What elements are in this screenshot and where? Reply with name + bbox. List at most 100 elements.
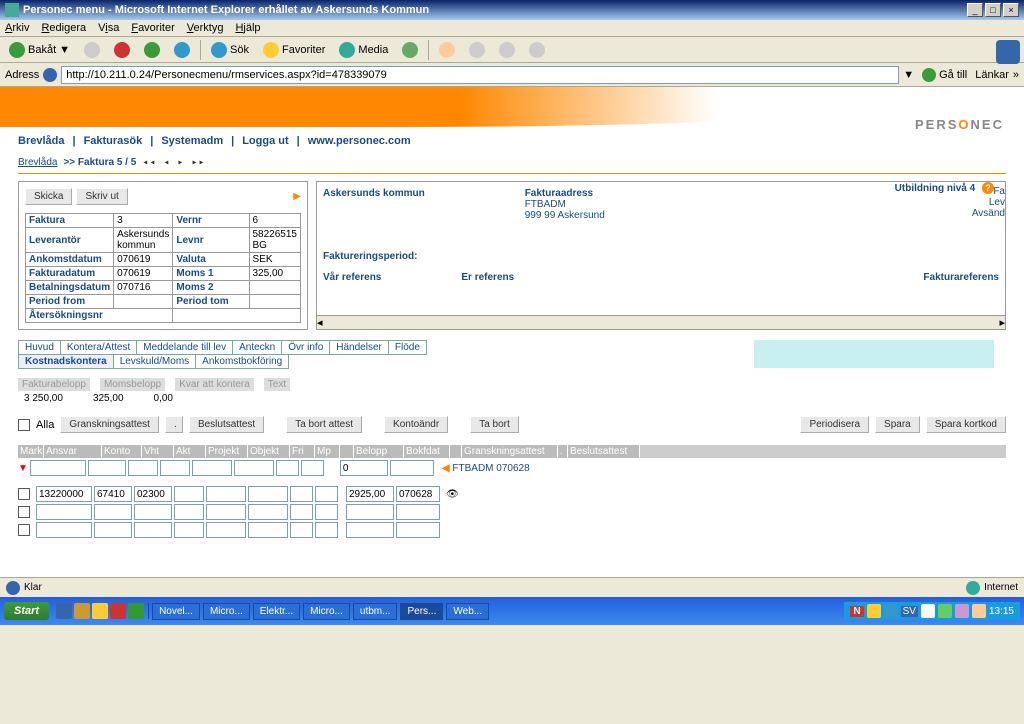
tabort-attest-button[interactable]: Ta bort attest <box>286 416 362 433</box>
belopp-input[interactable] <box>346 486 394 502</box>
tab-ovr[interactable]: Övr info <box>281 340 330 355</box>
akt-input[interactable] <box>174 504 204 520</box>
print-button[interactable] <box>465 40 489 60</box>
search-button[interactable]: Sök <box>207 40 253 60</box>
eye-icon[interactable]: 👁 <box>446 489 459 500</box>
menu-verktyg[interactable]: Verktyg <box>187 22 224 34</box>
tab-ankomst[interactable]: Ankomstbokföring <box>195 354 289 369</box>
tab-anteckn[interactable]: Anteckn <box>232 340 282 355</box>
nav-url[interactable]: www.personec.com <box>308 135 411 147</box>
belopp-input[interactable] <box>340 460 388 476</box>
edit-button[interactable] <box>495 40 519 60</box>
kontoandr-button[interactable]: Kontoändr <box>384 416 448 433</box>
konto-input[interactable] <box>94 504 132 520</box>
vht-input[interactable] <box>134 504 172 520</box>
bokfdat-input[interactable] <box>390 460 434 476</box>
close-button[interactable]: × <box>1003 3 1019 17</box>
granskningsattest-button[interactable]: Granskningsattest <box>60 416 159 433</box>
record-nav-arrows[interactable]: ◂◂ ◂ ▸ ▸▸ <box>142 157 205 168</box>
menu-arkiv[interactable]: Arkiv <box>5 22 29 34</box>
menu-hjalp[interactable]: Hjälp <box>235 22 260 34</box>
home-button[interactable] <box>170 40 194 60</box>
links-label[interactable]: Länkar <box>975 69 1009 81</box>
discuss-button[interactable] <box>525 40 549 60</box>
stop-button[interactable] <box>110 40 134 60</box>
go-button[interactable]: Gå till <box>918 66 971 84</box>
tab-flode[interactable]: Flöde <box>388 340 427 355</box>
fri-input[interactable] <box>276 460 299 476</box>
tab-meddelande[interactable]: Meddelande till lev <box>136 340 233 355</box>
task-micro[interactable]: Micro... <box>203 603 250 620</box>
objekt-input[interactable] <box>248 522 288 538</box>
ansvar-input[interactable] <box>36 486 92 502</box>
row-checkbox[interactable] <box>18 506 30 518</box>
tab-kostnadskontera[interactable]: Kostnadskontera <box>18 354 114 369</box>
vht-input[interactable] <box>128 460 158 476</box>
refresh-button[interactable] <box>140 40 164 60</box>
tray-icon-5[interactable] <box>955 604 969 618</box>
projekt-input[interactable] <box>192 460 232 476</box>
skicka-button[interactable]: Skicka <box>25 188 72 205</box>
nav-systemadm[interactable]: Systemadm <box>161 135 223 147</box>
mp-input[interactable] <box>315 504 338 520</box>
akt-input[interactable] <box>160 460 190 476</box>
nav-brevlada[interactable]: Brevlåda <box>18 135 64 147</box>
tabort-button[interactable]: Ta bort <box>470 416 519 433</box>
akt-input[interactable] <box>174 522 204 538</box>
fri-input[interactable] <box>290 522 313 538</box>
maximize-button[interactable]: □ <box>985 3 1001 17</box>
tab-kontera[interactable]: Kontera/Attest <box>60 340 137 355</box>
row-checkbox[interactable] <box>18 488 30 500</box>
tray-icon-6[interactable] <box>972 604 986 618</box>
fri-input[interactable] <box>290 486 313 502</box>
back-button[interactable]: Bakåt ▼ <box>5 40 74 60</box>
ansvar-input[interactable] <box>36 504 92 520</box>
dot-button[interactable]: . <box>165 416 183 433</box>
task-micro2[interactable]: Micro... <box>303 603 350 620</box>
minimize-button[interactable]: _ <box>967 3 983 17</box>
tab-levskuld[interactable]: Levskuld/Moms <box>113 354 196 369</box>
projekt-input[interactable] <box>206 522 246 538</box>
task-pers[interactable]: Pers... <box>400 603 443 620</box>
projekt-input[interactable] <box>206 486 246 502</box>
menu-favoriter[interactable]: Favoriter <box>131 22 174 34</box>
mp-input[interactable] <box>301 460 324 476</box>
mail-button[interactable] <box>435 40 459 60</box>
tray-lang[interactable]: SV <box>901 606 918 617</box>
panel-scrollbar[interactable]: ◂▸ <box>317 315 1005 329</box>
tray-icon-4[interactable] <box>938 604 952 618</box>
ql-app-icon[interactable] <box>110 603 126 619</box>
belopp-input[interactable] <box>346 522 394 538</box>
forward-button[interactable] <box>80 40 104 60</box>
periodisera-button[interactable]: Periodisera <box>800 416 869 433</box>
ql-ie-icon[interactable] <box>56 603 72 619</box>
start-button[interactable]: Start <box>4 602 49 620</box>
media-button[interactable]: Media <box>335 40 392 60</box>
objekt-input[interactable] <box>248 486 288 502</box>
konto-input[interactable] <box>94 486 132 502</box>
ql-outlook-icon[interactable] <box>92 603 108 619</box>
spara-kortkod-button[interactable]: Spara kortkod <box>926 416 1006 433</box>
mp-input[interactable] <box>315 486 338 502</box>
menu-redigera[interactable]: Redigera <box>41 22 86 34</box>
tray-n-icon[interactable]: N <box>850 606 863 617</box>
ansvar-input[interactable] <box>36 522 92 538</box>
konto-input[interactable] <box>94 522 132 538</box>
belopp-input[interactable] <box>346 504 394 520</box>
menu-visa[interactable]: Visa <box>98 22 119 34</box>
tab-huvud[interactable]: Huvud <box>18 340 61 355</box>
konto-input[interactable] <box>88 460 126 476</box>
ql-desktop-icon[interactable] <box>74 603 90 619</box>
task-web[interactable]: Web... <box>446 603 489 620</box>
task-novel[interactable]: Novel... <box>152 603 200 620</box>
breadcrumb-brevlada[interactable]: Brevlåda <box>18 157 57 168</box>
tray-icon-3[interactable] <box>921 604 935 618</box>
nav-fakturasok[interactable]: Fakturasök <box>84 135 143 147</box>
row-checkbox[interactable] <box>18 524 30 536</box>
objekt-input[interactable] <box>248 504 288 520</box>
links-expand[interactable]: » <box>1013 69 1019 81</box>
tab-handelser[interactable]: Händelser <box>329 340 389 355</box>
history-button[interactable] <box>398 40 422 60</box>
alla-checkbox[interactable] <box>18 419 30 431</box>
ql-app2-icon[interactable] <box>128 603 144 619</box>
